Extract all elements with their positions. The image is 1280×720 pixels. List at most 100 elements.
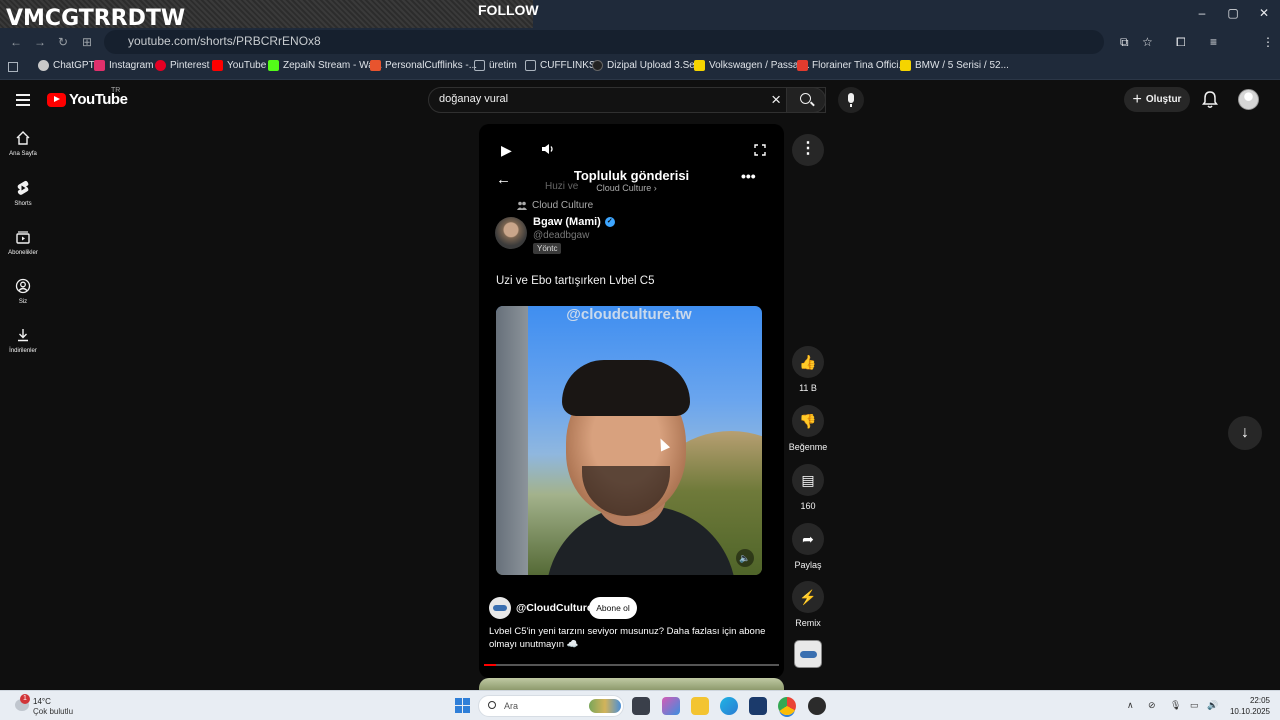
account-avatar[interactable] xyxy=(1238,89,1259,110)
post-image[interactable]: @cloudculture.tw 🔈 xyxy=(496,306,762,575)
bookmark-label: üretim xyxy=(489,60,517,71)
taskbar-search[interactable]: Ara xyxy=(478,695,624,717)
search-button[interactable] xyxy=(786,87,826,113)
footer-channel-name[interactable]: @CloudCulturee xyxy=(516,602,599,614)
bookmark-florainer[interactable]: Florainer Tina Offici... xyxy=(797,60,907,71)
dislike-button[interactable]: 👎 Beğenme xyxy=(786,405,830,452)
bookmark-volkswagen[interactable]: Volkswagen / Passat... xyxy=(694,60,810,71)
nav-home[interactable]: Ana Sayfa xyxy=(0,130,46,157)
share-icon: ➦ xyxy=(792,523,824,555)
search-input[interactable]: doğanay vural × xyxy=(428,87,826,113)
bookmark-youtube[interactable]: YouTube xyxy=(212,60,266,71)
bookmark-zepain[interactable]: ZepaiN Stream - Wa... xyxy=(268,60,382,71)
fullscreen-icon[interactable] xyxy=(754,144,766,156)
maximize-button[interactable]: ▢ xyxy=(1223,6,1243,20)
bookmark-bmw[interactable]: BMW / 5 Serisi / 52... xyxy=(900,60,1009,71)
bookmark-star-icon[interactable]: ☆ xyxy=(1142,35,1153,49)
bookmark-label: Volkswagen / Passat... xyxy=(709,60,810,71)
vpn-icon[interactable] xyxy=(749,697,767,715)
image-watermark: @cloudculture.tw xyxy=(566,306,692,323)
share-button[interactable]: ➦ Paylaş xyxy=(786,523,830,570)
image-mute-icon[interactable]: 🔈 xyxy=(736,549,754,567)
post-channel-line[interactable]: Cloud Culture xyxy=(517,200,593,211)
pinterest-icon xyxy=(155,60,166,71)
next-short-preview[interactable] xyxy=(479,678,784,690)
volume-icon[interactable] xyxy=(541,143,555,155)
media-queue-icon[interactable]: ≡ xyxy=(1210,35,1217,49)
edge-icon[interactable] xyxy=(720,697,738,715)
nav-subscriptions[interactable]: Abonelikler xyxy=(0,229,46,256)
like-button[interactable]: 👍 11 B xyxy=(786,346,830,393)
display-icon[interactable]: ▭ xyxy=(1190,700,1199,711)
author-name[interactable]: Bgaw (Mami) ✓ xyxy=(533,216,615,228)
temperature: 14°C xyxy=(33,697,51,706)
bookmark-instagram[interactable]: Instagram xyxy=(94,60,153,71)
browser-menu-icon[interactable]: ⋮ xyxy=(1262,35,1274,49)
bookmark-folder-cufflinks[interactable]: CUFFLINKS xyxy=(525,60,596,71)
url-field[interactable]: youtube.com/shorts/PRBCRrENOx8 xyxy=(104,30,1104,54)
bookmark-dizipal[interactable]: Dizipal Upload 3.Se... xyxy=(592,60,703,71)
channel-avatar[interactable] xyxy=(489,597,511,619)
apps-grid-icon[interactable] xyxy=(8,62,18,72)
speaker-icon[interactable]: 🔊 xyxy=(1207,700,1218,711)
post-more-icon[interactable]: ••• xyxy=(741,168,756,184)
author-avatar[interactable] xyxy=(495,217,527,249)
bookmark-folder-uretim[interactable]: üretim xyxy=(474,60,517,71)
nav-label: Siz xyxy=(18,299,28,305)
task-view-icon[interactable] xyxy=(632,697,650,715)
post-text: Uzi ve Ebo tartışırken Lvbel C5 xyxy=(496,275,655,287)
kick-icon xyxy=(268,60,279,71)
hamburger-menu-icon[interactable] xyxy=(16,94,30,109)
folder-icon xyxy=(525,60,536,71)
notifications-bell-icon[interactable] xyxy=(1202,91,1218,109)
windows-start-icon[interactable] xyxy=(455,698,470,713)
more-options-button[interactable]: ⋮ xyxy=(792,134,824,166)
comments-button[interactable]: ▤ 160 xyxy=(786,464,830,511)
bookmark-personalcufflinks[interactable]: PersonalCufflinks -... xyxy=(370,60,477,71)
next-short-button[interactable]: ↓ xyxy=(1228,416,1262,450)
search-icon xyxy=(800,93,811,104)
microphone-icon xyxy=(848,93,854,103)
minimize-button[interactable]: – xyxy=(1192,6,1212,20)
bookmark-label: Instagram xyxy=(109,60,154,71)
author-name-text: Bgaw (Mami) xyxy=(533,216,601,228)
youtube-logo[interactable]: YouTube TR xyxy=(47,87,128,108)
nav-downloads[interactable]: İndirilenler xyxy=(0,327,46,354)
post-header-channel[interactable]: Cloud Culture › xyxy=(479,183,774,193)
bookmark-label: Dizipal Upload 3.Se... xyxy=(607,60,704,71)
remix-button[interactable]: ⚡ Remix xyxy=(786,581,830,628)
weather-condition: Çok bulutlu xyxy=(33,707,74,716)
network-off-icon[interactable]: ⊘ xyxy=(1148,700,1156,711)
file-explorer-icon[interactable] xyxy=(691,697,709,715)
bookmark-label: Pinterest xyxy=(170,60,210,71)
system-clock[interactable]: 22:05 10.10.2025 xyxy=(1226,695,1270,717)
create-button[interactable]: + Oluştur xyxy=(1124,87,1190,112)
site-info-icon[interactable]: ⊞ xyxy=(82,35,92,49)
forward-icon[interactable]: → xyxy=(34,35,46,49)
shorts-player[interactable]: ▶ ← Topluluk gönderisi Cloud Culture › •… xyxy=(479,124,784,678)
channel-thumbnail[interactable] xyxy=(794,640,822,668)
folder-icon xyxy=(474,60,485,71)
tray-overflow-icon[interactable]: ∧ xyxy=(1127,700,1134,711)
install-app-icon[interactable]: ⧉ xyxy=(1120,35,1129,50)
chrome-icon[interactable] xyxy=(778,697,796,715)
clear-search-icon[interactable]: × xyxy=(771,90,781,110)
nav-shorts[interactable]: Shorts xyxy=(0,180,46,207)
weather-widget[interactable]: 1 14°C Çok bulutlu xyxy=(12,694,102,718)
extensions-icon[interactable]: ⧠ xyxy=(1176,35,1186,50)
bookmark-chatgpt[interactable]: ChatGPT xyxy=(38,60,95,71)
bookmark-pinterest[interactable]: Pinterest xyxy=(155,60,209,71)
nav-you[interactable]: Siz xyxy=(0,278,46,305)
close-window-button[interactable]: ✕ xyxy=(1254,6,1274,20)
play-icon[interactable]: ▶ xyxy=(501,142,512,159)
reload-icon[interactable]: ↻ xyxy=(58,35,68,49)
back-icon[interactable]: ← xyxy=(10,35,22,49)
search-icon xyxy=(488,701,496,709)
microphone-tray-icon[interactable]: 🎙 xyxy=(1170,700,1181,711)
subscribe-button[interactable]: Abone ol xyxy=(589,597,637,619)
voice-search-button[interactable] xyxy=(838,87,864,113)
video-progress-bar[interactable] xyxy=(484,664,779,666)
steam-icon[interactable] xyxy=(808,697,826,715)
address-bar-row: ← → ↻ ⊞ youtube.com/shorts/PRBCRrENOx8 ⧉… xyxy=(0,28,1280,77)
copilot-icon[interactable] xyxy=(662,697,680,715)
